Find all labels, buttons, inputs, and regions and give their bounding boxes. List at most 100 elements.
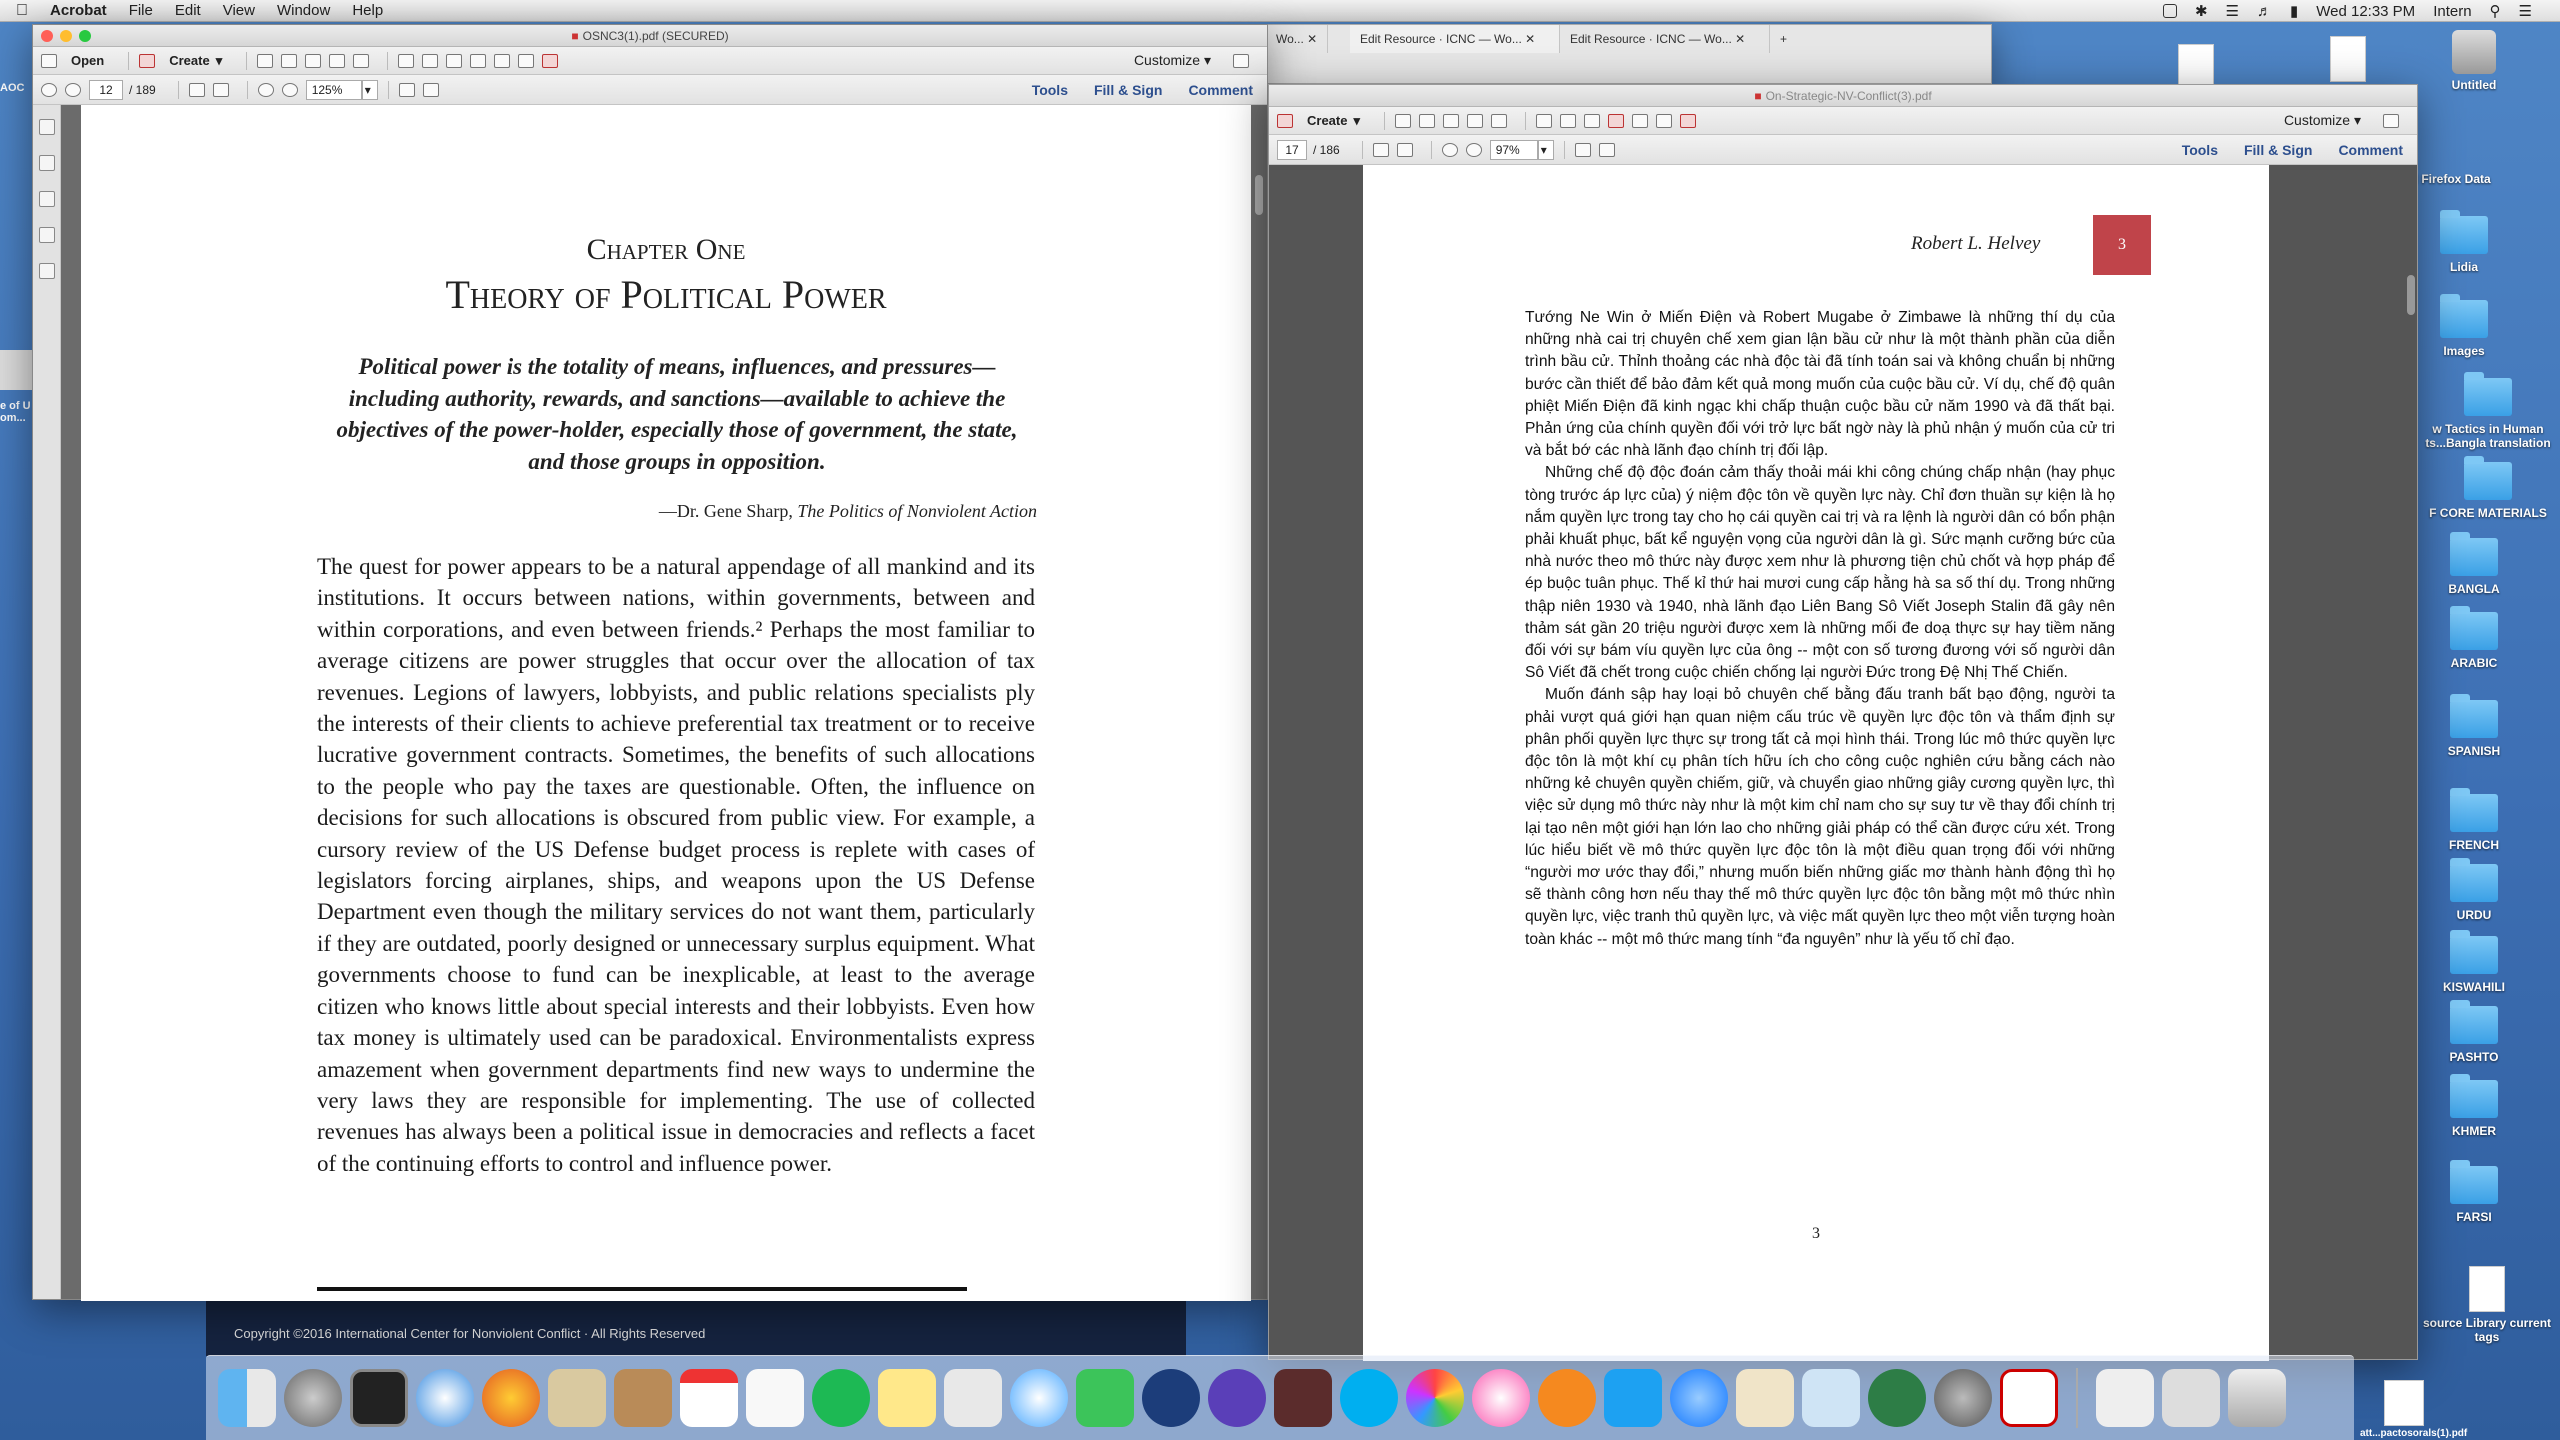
stamp-icon[interactable] xyxy=(1608,113,1624,128)
minimize-button[interactable] xyxy=(60,30,72,42)
desktop-folder-core[interactable]: F CORE MATERIALS xyxy=(2416,456,2560,520)
desktop-pdf-icon[interactable] xyxy=(2384,1380,2424,1426)
zoom-dropdown[interactable]: ▾ xyxy=(1537,139,1554,160)
stamp-icon[interactable] xyxy=(470,53,487,68)
finder-icon[interactable] xyxy=(218,1369,276,1427)
comment-icon[interactable] xyxy=(1560,113,1576,128)
spotlight-icon[interactable]: ⚲ xyxy=(2490,2,2501,20)
fill-sign-tab[interactable]: Fill & Sign xyxy=(2244,142,2312,158)
contacts-icon[interactable] xyxy=(614,1369,672,1427)
browser-tab[interactable]: Edit Resource · ICNC — Wo... ✕ xyxy=(1350,25,1560,53)
documents-stack-icon[interactable] xyxy=(2162,1369,2220,1427)
desktop-folder-urdu[interactable]: URDU xyxy=(2414,858,2534,922)
document-area[interactable]: Chapter One Theory of Political Power Po… xyxy=(61,105,1267,1301)
save-icon[interactable] xyxy=(257,53,274,68)
export-icon[interactable] xyxy=(1656,113,1672,128)
apple-menu-icon[interactable]:  xyxy=(16,2,28,20)
zoom-in-icon[interactable] xyxy=(1465,142,1482,157)
edit-icon[interactable] xyxy=(1467,113,1483,128)
cloud-icon[interactable] xyxy=(1419,113,1435,128)
hand-tool-icon[interactable] xyxy=(1396,142,1413,157)
browser-tab[interactable]: Wo... ✕ xyxy=(1266,25,1329,53)
comment-tab[interactable]: Comment xyxy=(2338,142,2403,158)
new-tab-button[interactable]: + xyxy=(1770,25,1797,53)
prev-page-icon[interactable] xyxy=(41,82,57,97)
close-button[interactable] xyxy=(41,30,53,42)
pdf-tool-icon[interactable] xyxy=(542,53,559,68)
bluetooth-icon[interactable]: ✱ xyxy=(2195,2,2208,20)
fit-page-icon[interactable] xyxy=(398,82,415,97)
zoom-out-icon[interactable] xyxy=(257,82,274,97)
desktop-folder-khmer[interactable]: KHMER xyxy=(2414,1074,2534,1138)
user-menu[interactable]: Intern xyxy=(2433,3,2471,20)
skype-icon[interactable] xyxy=(1340,1369,1398,1427)
pages-icon[interactable] xyxy=(1736,1369,1794,1427)
create-button[interactable]: Create ▾ xyxy=(139,53,222,69)
clock[interactable]: Wed 12:33 PM xyxy=(2316,3,2415,20)
desktop-folder-lidia[interactable]: Lidia xyxy=(2404,210,2524,274)
photos-browser-icon[interactable] xyxy=(944,1369,1002,1427)
cloud-icon[interactable] xyxy=(281,53,298,68)
expand-icon[interactable] xyxy=(1233,53,1249,68)
customize-dropdown[interactable]: Customize ▾ xyxy=(2284,112,2361,129)
desktop-disk-untitled[interactable]: Untitled xyxy=(2414,30,2534,92)
email-icon[interactable] xyxy=(353,53,370,68)
acrobat-window-right[interactable]: ■ On-Strategic-NV-Conflict(3).pdf Create… xyxy=(1268,84,2418,1361)
comment-icon[interactable] xyxy=(422,53,439,68)
imovie-icon[interactable] xyxy=(1208,1369,1266,1427)
download-stack-icon[interactable] xyxy=(2096,1369,2154,1427)
pdf-tool-icon[interactable] xyxy=(1680,113,1696,128)
document-area[interactable]: Robert L. Helvey 3 Tướng Ne Win ở Miến Đ… xyxy=(1269,165,2417,1361)
zoom-input[interactable]: 125% xyxy=(305,79,362,100)
messages-icon[interactable] xyxy=(1010,1369,1068,1427)
wifi-icon[interactable]: ☰ xyxy=(2226,2,2239,20)
open-button[interactable]: Open xyxy=(41,53,104,68)
fit-page-icon[interactable] xyxy=(1574,142,1591,157)
edit-icon[interactable] xyxy=(329,53,346,68)
photo-booth-icon[interactable] xyxy=(1274,1369,1332,1427)
facetime-icon[interactable] xyxy=(1076,1369,1134,1427)
desktop-folder-tactics[interactable]: w Tactics in Human ts...Bangla translati… xyxy=(2416,372,2560,450)
zoom-input[interactable]: 97% xyxy=(1489,139,1538,160)
launchpad-icon[interactable] xyxy=(284,1369,342,1427)
menu-help[interactable]: Help xyxy=(352,2,383,19)
desktop-folder-bangla[interactable]: BANGLA xyxy=(2414,532,2534,596)
highlight-icon[interactable] xyxy=(446,53,463,68)
photos-icon[interactable] xyxy=(1406,1369,1464,1427)
email-icon[interactable] xyxy=(1491,113,1507,128)
ibooks-icon[interactable] xyxy=(1538,1369,1596,1427)
bookmark-icon[interactable] xyxy=(38,191,55,207)
highlight-icon[interactable] xyxy=(1584,113,1600,128)
expand-icon[interactable] xyxy=(2383,113,2399,128)
calendar-icon[interactable] xyxy=(680,1369,738,1427)
page-number-input[interactable]: 17 xyxy=(1277,139,1307,160)
signature-icon[interactable] xyxy=(38,263,55,279)
gear-icon[interactable] xyxy=(1536,113,1552,128)
desktop-file-source-library[interactable]: source Library current tags xyxy=(2414,1266,2560,1344)
save-icon[interactable] xyxy=(1395,113,1411,128)
safari-icon[interactable] xyxy=(416,1369,474,1427)
zoom-in-icon[interactable] xyxy=(281,82,298,97)
print-icon[interactable] xyxy=(305,53,322,68)
fullscreen-icon[interactable] xyxy=(1598,142,1615,157)
tools-tab[interactable]: Tools xyxy=(1032,82,1068,98)
title-bar[interactable]: ■ OSNC3(1).pdf (SECURED) xyxy=(33,25,1267,47)
hand-tool-icon[interactable] xyxy=(212,82,229,97)
next-page-icon[interactable] xyxy=(65,82,81,97)
preview-icon[interactable] xyxy=(548,1369,606,1427)
zoom-out-icon[interactable] xyxy=(1441,142,1458,157)
attach-icon[interactable] xyxy=(1632,113,1648,128)
title-bar[interactable]: ■ On-Strategic-NV-Conflict(3).pdf xyxy=(1269,85,2417,107)
fullscreen-icon[interactable] xyxy=(422,82,439,97)
keynote-icon[interactable] xyxy=(1142,1369,1200,1427)
menu-app-name[interactable]: Acrobat xyxy=(50,2,107,19)
desktop-folder-images[interactable]: Images xyxy=(2404,294,2524,358)
desktop-folder-farsi[interactable]: FARSI xyxy=(2414,1160,2534,1224)
notification-icon[interactable]: ☰ xyxy=(2519,2,2532,20)
menu-edit[interactable]: Edit xyxy=(175,2,201,19)
system-preferences-icon[interactable] xyxy=(1934,1369,1992,1427)
trash-icon[interactable] xyxy=(2228,1369,2286,1427)
battery-icon[interactable]: ▮ xyxy=(2290,2,2298,20)
firefox-icon[interactable] xyxy=(482,1369,540,1427)
attach-icon[interactable] xyxy=(494,53,511,68)
